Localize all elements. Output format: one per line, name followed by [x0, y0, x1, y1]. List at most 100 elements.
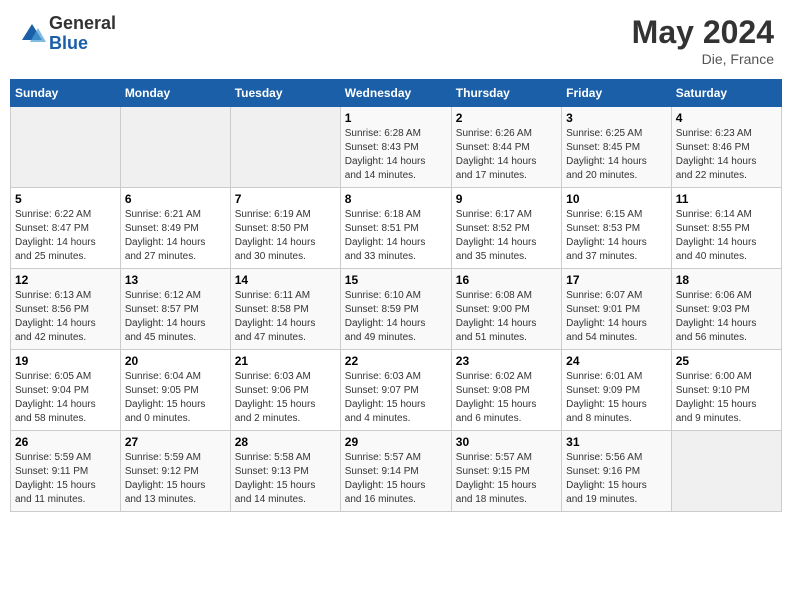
- weekday-thursday: Thursday: [451, 80, 561, 107]
- weekday-wednesday: Wednesday: [340, 80, 451, 107]
- location: Die, France: [632, 51, 774, 67]
- logo-text: General Blue: [49, 14, 116, 54]
- page-header: General Blue May 2024 Die, France: [10, 10, 782, 71]
- calendar-cell: 6 Sunrise: 6:21 AM Sunset: 8:49 PM Daylig…: [120, 188, 230, 269]
- calendar-cell: 15 Sunrise: 6:10 AM Sunset: 8:59 PM Dayli…: [340, 269, 451, 350]
- logo-icon: [18, 20, 46, 48]
- day-number: 14: [235, 273, 336, 287]
- day-number: 1: [345, 111, 447, 125]
- day-number: 7: [235, 192, 336, 206]
- calendar-cell: [230, 107, 340, 188]
- day-info: Sunrise: 6:13 AM Sunset: 8:56 PM Dayligh…: [15, 289, 116, 345]
- week-row-1: 1 Sunrise: 6:28 AM Sunset: 8:43 PM Daylig…: [11, 107, 782, 188]
- day-info: Sunrise: 5:56 AM Sunset: 9:16 PM Dayligh…: [566, 451, 667, 507]
- day-info: Sunrise: 6:04 AM Sunset: 9:05 PM Dayligh…: [125, 370, 226, 426]
- calendar-cell: 28Sunrise: 5:58 AM Sunset: 9:13 PM Dayli…: [230, 431, 340, 512]
- day-number: 10: [566, 192, 667, 206]
- day-info: Sunrise: 6:07 AM Sunset: 9:01 PM Dayligh…: [566, 289, 667, 345]
- day-number: 20: [125, 354, 226, 368]
- day-number: 31: [566, 435, 667, 449]
- week-row-2: 5Sunrise: 6:22 AM Sunset: 8:47 PM Daylig…: [11, 188, 782, 269]
- calendar-cell: 5Sunrise: 6:22 AM Sunset: 8:47 PM Daylig…: [11, 188, 121, 269]
- weekday-tuesday: Tuesday: [230, 80, 340, 107]
- day-number: 15: [345, 273, 447, 287]
- day-info: Sunrise: 6:21 AM Sunset: 8:49 PM Dayligh…: [125, 208, 226, 264]
- day-number: 26: [15, 435, 116, 449]
- day-info: Sunrise: 6:23 AM Sunset: 8:46 PM Dayligh…: [676, 127, 777, 183]
- day-info: Sunrise: 6:11 AM Sunset: 8:58 PM Dayligh…: [235, 289, 336, 345]
- calendar-cell: 31 Sunrise: 5:56 AM Sunset: 9:16 PM Dayli…: [562, 431, 672, 512]
- day-info: Sunrise: 5:57 AM Sunset: 9:15 PM Dayligh…: [456, 451, 557, 507]
- day-info: Sunrise: 6:15 AM Sunset: 8:53 PM Dayligh…: [566, 208, 667, 264]
- calendar-cell: 3 Sunrise: 6:25 AM Sunset: 8:45 PM Daylig…: [562, 107, 672, 188]
- day-info: Sunrise: 6:08 AM Sunset: 9:00 PM Dayligh…: [456, 289, 557, 345]
- calendar-cell: 14 Sunrise: 6:11 AM Sunset: 8:58 PM Dayli…: [230, 269, 340, 350]
- day-info: Sunrise: 6:02 AM Sunset: 9:08 PM Dayligh…: [456, 370, 557, 426]
- calendar-cell: 17 Sunrise: 6:07 AM Sunset: 9:01 PM Dayli…: [562, 269, 672, 350]
- calendar-cell: 7 Sunrise: 6:19 AM Sunset: 8:50 PM Daylig…: [230, 188, 340, 269]
- day-info: Sunrise: 5:59 AM Sunset: 9:12 PM Dayligh…: [125, 451, 226, 507]
- day-info: Sunrise: 6:26 AM Sunset: 8:44 PM Dayligh…: [456, 127, 557, 183]
- day-number: 30: [456, 435, 557, 449]
- day-number: 27: [125, 435, 226, 449]
- day-number: 17: [566, 273, 667, 287]
- weekday-monday: Monday: [120, 80, 230, 107]
- day-info: Sunrise: 6:03 AM Sunset: 9:06 PM Dayligh…: [235, 370, 336, 426]
- day-info: Sunrise: 6:03 AM Sunset: 9:07 PM Dayligh…: [345, 370, 447, 426]
- day-number: 8: [345, 192, 447, 206]
- day-info: Sunrise: 6:00 AM Sunset: 9:10 PM Dayligh…: [676, 370, 777, 426]
- day-info: Sunrise: 6:17 AM Sunset: 8:52 PM Dayligh…: [456, 208, 557, 264]
- day-number: 16: [456, 273, 557, 287]
- day-info: Sunrise: 6:18 AM Sunset: 8:51 PM Dayligh…: [345, 208, 447, 264]
- day-number: 12: [15, 273, 116, 287]
- title-block: May 2024 Die, France: [632, 14, 774, 67]
- day-info: Sunrise: 6:06 AM Sunset: 9:03 PM Dayligh…: [676, 289, 777, 345]
- week-row-4: 19Sunrise: 6:05 AM Sunset: 9:04 PM Dayli…: [11, 350, 782, 431]
- calendar-cell: 30 Sunrise: 5:57 AM Sunset: 9:15 PM Dayli…: [451, 431, 561, 512]
- day-number: 3: [566, 111, 667, 125]
- calendar-table: SundayMondayTuesdayWednesdayThursdayFrid…: [10, 79, 782, 512]
- day-number: 6: [125, 192, 226, 206]
- day-number: 2: [456, 111, 557, 125]
- calendar-cell: 1 Sunrise: 6:28 AM Sunset: 8:43 PM Daylig…: [340, 107, 451, 188]
- day-number: 28: [235, 435, 336, 449]
- day-info: Sunrise: 6:28 AM Sunset: 8:43 PM Dayligh…: [345, 127, 447, 183]
- day-number: 4: [676, 111, 777, 125]
- calendar-cell: 4 Sunrise: 6:23 AM Sunset: 8:46 PM Daylig…: [671, 107, 781, 188]
- weekday-header-row: SundayMondayTuesdayWednesdayThursdayFrid…: [11, 80, 782, 107]
- logo: General Blue: [18, 14, 116, 54]
- day-number: 11: [676, 192, 777, 206]
- week-row-3: 12 Sunrise: 6:13 AM Sunset: 8:56 PM Dayli…: [11, 269, 782, 350]
- day-number: 21: [235, 354, 336, 368]
- day-number: 5: [15, 192, 116, 206]
- calendar-cell: 23 Sunrise: 6:02 AM Sunset: 9:08 PM Dayli…: [451, 350, 561, 431]
- day-info: Sunrise: 5:59 AM Sunset: 9:11 PM Dayligh…: [15, 451, 116, 507]
- day-info: Sunrise: 5:57 AM Sunset: 9:14 PM Dayligh…: [345, 451, 447, 507]
- day-number: 9: [456, 192, 557, 206]
- day-info: Sunrise: 6:19 AM Sunset: 8:50 PM Dayligh…: [235, 208, 336, 264]
- day-number: 25: [676, 354, 777, 368]
- calendar-cell: 18 Sunrise: 6:06 AM Sunset: 9:03 PM Dayli…: [671, 269, 781, 350]
- day-number: 18: [676, 273, 777, 287]
- calendar-cell: 20 Sunrise: 6:04 AM Sunset: 9:05 PM Dayli…: [120, 350, 230, 431]
- day-info: Sunrise: 6:10 AM Sunset: 8:59 PM Dayligh…: [345, 289, 447, 345]
- day-number: 23: [456, 354, 557, 368]
- day-number: 24: [566, 354, 667, 368]
- calendar-cell: 24Sunrise: 6:01 AM Sunset: 9:09 PM Dayli…: [562, 350, 672, 431]
- month-year: May 2024: [632, 14, 774, 51]
- calendar-cell: 25 Sunrise: 6:00 AM Sunset: 9:10 PM Dayli…: [671, 350, 781, 431]
- day-number: 13: [125, 273, 226, 287]
- day-info: Sunrise: 6:14 AM Sunset: 8:55 PM Dayligh…: [676, 208, 777, 264]
- day-number: 22: [345, 354, 447, 368]
- day-info: Sunrise: 6:25 AM Sunset: 8:45 PM Dayligh…: [566, 127, 667, 183]
- calendar-cell: [671, 431, 781, 512]
- calendar-cell: 9 Sunrise: 6:17 AM Sunset: 8:52 PM Daylig…: [451, 188, 561, 269]
- calendar-cell: 2 Sunrise: 6:26 AM Sunset: 8:44 PM Daylig…: [451, 107, 561, 188]
- calendar-cell: [11, 107, 121, 188]
- calendar-cell: 27 Sunrise: 5:59 AM Sunset: 9:12 PM Dayli…: [120, 431, 230, 512]
- calendar-cell: 16 Sunrise: 6:08 AM Sunset: 9:00 PM Dayli…: [451, 269, 561, 350]
- day-number: 29: [345, 435, 447, 449]
- calendar-cell: 26 Sunrise: 5:59 AM Sunset: 9:11 PM Dayli…: [11, 431, 121, 512]
- day-number: 19: [15, 354, 116, 368]
- calendar-cell: 13Sunrise: 6:12 AM Sunset: 8:57 PM Dayli…: [120, 269, 230, 350]
